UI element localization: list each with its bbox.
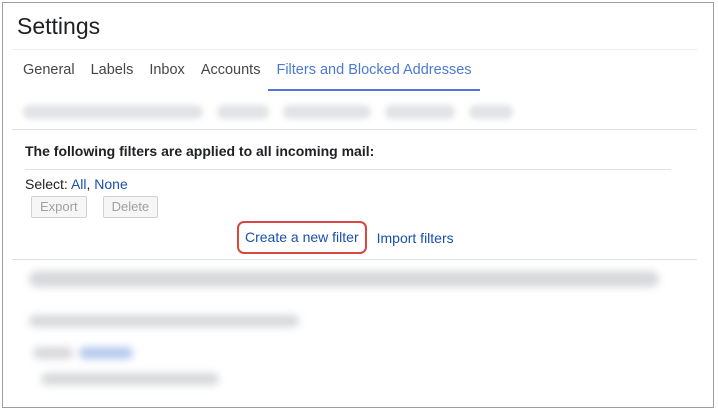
section-divider	[12, 129, 697, 130]
import-filters-link[interactable]: Import filters	[377, 229, 454, 247]
select-none-link[interactable]: None	[94, 176, 127, 192]
select-all-link[interactable]: All	[71, 176, 87, 192]
tab-general[interactable]: General	[23, 61, 83, 91]
blurred-content	[33, 347, 73, 359]
blurred-content	[79, 347, 133, 359]
filters-heading: The following filters are applied to all…	[25, 143, 375, 159]
blocked-section-divider	[12, 259, 697, 260]
blurred-content	[385, 105, 455, 119]
filter-links: Create a new filter Import filters	[237, 221, 454, 254]
page-title: Settings	[17, 13, 101, 39]
tab-inbox[interactable]: Inbox	[141, 61, 192, 91]
heading-divider	[25, 169, 671, 170]
tab-accounts[interactable]: Accounts	[193, 61, 269, 91]
blurred-subtabs	[23, 105, 513, 119]
blurred-content	[29, 315, 299, 327]
select-row: Select: All, None	[25, 176, 128, 192]
blurred-content	[469, 105, 513, 119]
blurred-content	[29, 271, 659, 287]
settings-window: Settings General Labels Inbox Accounts F…	[2, 2, 714, 408]
create-new-filter-link[interactable]: Create a new filter	[237, 221, 367, 254]
tab-labels[interactable]: Labels	[83, 61, 142, 91]
header-divider	[12, 49, 697, 50]
export-button[interactable]: Export	[31, 196, 87, 218]
filter-action-buttons: Export Delete	[31, 196, 159, 218]
tab-filters-and-blocked-addresses[interactable]: Filters and Blocked Addresses	[268, 61, 480, 91]
select-label: Select:	[25, 176, 68, 192]
blurred-content	[23, 105, 203, 119]
blurred-content	[41, 373, 219, 385]
select-separator: ,	[86, 176, 91, 192]
settings-tabs: General Labels Inbox Accounts Filters an…	[23, 61, 480, 91]
delete-button[interactable]: Delete	[102, 196, 159, 218]
blurred-content	[217, 105, 269, 119]
blurred-content	[283, 105, 371, 119]
